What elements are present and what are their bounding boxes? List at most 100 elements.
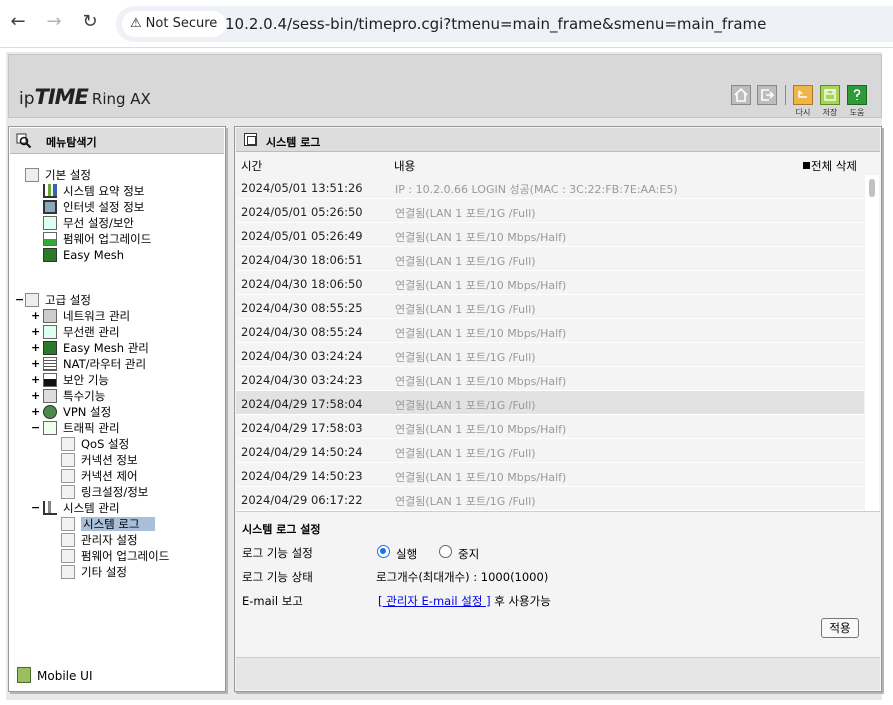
log-time: 2024/04/29 17:58:04 bbox=[241, 397, 363, 411]
radio-stop[interactable] bbox=[439, 545, 452, 558]
wireless-icon bbox=[43, 216, 57, 230]
menu-internet-info[interactable]: 인터넷 설정 정보 bbox=[43, 199, 144, 215]
menu-wireless-management[interactable]: 무선랜 관리 bbox=[43, 324, 120, 340]
log-time: 2024/04/29 14:50:24 bbox=[241, 445, 363, 459]
home-icon[interactable] bbox=[731, 85, 751, 105]
page-icon bbox=[61, 565, 75, 579]
log-row[interactable]: 2024/05/01 13:51:26 IP : 10.2.0.66 LOGIN … bbox=[236, 175, 864, 199]
help-label[interactable]: 도움 bbox=[845, 107, 869, 118]
log-list[interactable]: 2024/05/01 13:51:26 IP : 10.2.0.66 LOGIN … bbox=[236, 175, 864, 511]
menu-firmware-upgrade[interactable]: 펌웨어 업그레이드 bbox=[61, 548, 169, 564]
restart-icon[interactable] bbox=[793, 85, 813, 105]
save-icon[interactable] bbox=[820, 85, 840, 105]
log-row[interactable]: 2024/05/01 05:26:50 연결됨(LAN 1 포트/1G /Full… bbox=[236, 199, 864, 223]
menu-admin-settings[interactable]: 관리자 설정 bbox=[61, 532, 138, 548]
window-icon bbox=[244, 133, 257, 146]
log-row[interactable]: 2024/04/29 17:58:03 연결됨(LAN 1 포트/10 Mbps/… bbox=[236, 415, 864, 439]
expand-icon[interactable]: + bbox=[31, 356, 40, 372]
security-chip[interactable]: ⚠ Not Secure bbox=[122, 11, 227, 37]
menu-qos[interactable]: QoS 설정 bbox=[61, 436, 129, 452]
menu-special-functions[interactable]: 특수기능 bbox=[43, 388, 105, 404]
menu-traffic-management[interactable]: 트래픽 관리 bbox=[43, 420, 120, 436]
reload-icon[interactable]: ↻ bbox=[78, 10, 102, 34]
expand-icon[interactable]: + bbox=[31, 388, 40, 404]
address-bar[interactable]: ⚠ Not Secure 10.2.0.4/sess-bin/timepro.cg… bbox=[116, 6, 893, 42]
log-function-label: 로그 기능 설정 bbox=[242, 546, 313, 560]
browser-toolbar: ← → ↻ ⚠ Not Secure 10.2.0.4/sess-bin/time… bbox=[0, 0, 893, 48]
menu-advanced-settings[interactable]: 고급 설정 bbox=[25, 292, 91, 308]
log-row[interactable]: 2024/04/30 03:24:23 연결됨(LAN 1 포트/10 Mbps/… bbox=[236, 367, 864, 391]
log-row[interactable]: 2024/04/30 18:06:50 연결됨(LAN 1 포트/10 Mbps/… bbox=[236, 271, 864, 295]
log-content: IP : 10.2.0.66 LOGIN 성공(MAC : 3C:22:FB:7… bbox=[395, 183, 678, 196]
delete-all-button[interactable]: 전체 삭제 bbox=[803, 158, 857, 174]
log-content: 연결됨(LAN 1 포트/10 Mbps/Half) bbox=[395, 375, 567, 388]
system-log-panel: 시스템 로그 시간 내용 전체 삭제 2024/05/01 13:51:26 IP… bbox=[234, 126, 882, 692]
log-time: 2024/04/30 08:55:24 bbox=[241, 325, 363, 339]
restart-label[interactable]: 다시 bbox=[791, 107, 815, 118]
menu-connection-control[interactable]: 커넥션 제어 bbox=[61, 468, 138, 484]
menu-basic-settings[interactable]: 기본 설정 bbox=[25, 167, 91, 183]
mobile-ui-link[interactable]: Mobile UI bbox=[17, 667, 93, 683]
log-row[interactable]: 2024/04/29 06:17:22 연결됨(LAN 1 포트/1G /Full… bbox=[236, 487, 864, 511]
expand-icon[interactable]: + bbox=[31, 324, 40, 340]
menu-system-log[interactable]: 시스템 로그 bbox=[61, 516, 155, 532]
radio-run[interactable] bbox=[377, 545, 390, 558]
chart-icon bbox=[43, 184, 57, 198]
back-icon[interactable]: ← bbox=[6, 10, 30, 34]
menu-network-management[interactable]: 네트워크 관리 bbox=[43, 308, 130, 324]
menu-nat-router[interactable]: NAT/라우터 관리 bbox=[43, 356, 146, 372]
collapse-icon[interactable]: − bbox=[31, 420, 40, 436]
log-content: 연결됨(LAN 1 포트/10 Mbps/Half) bbox=[395, 231, 567, 244]
page-icon bbox=[61, 485, 75, 499]
log-status-label: 로그 기능 상태 bbox=[242, 570, 313, 584]
expand-icon[interactable]: + bbox=[31, 308, 40, 324]
log-row[interactable]: 2024/04/30 08:55:25 연결됨(LAN 1 포트/1G /Full… bbox=[236, 295, 864, 319]
radio-run-label[interactable]: 실행 bbox=[396, 546, 417, 562]
page-icon bbox=[61, 469, 75, 483]
save-label[interactable]: 저장 bbox=[818, 107, 842, 118]
logo-time: TIME bbox=[34, 85, 89, 109]
collapse-icon[interactable]: − bbox=[15, 292, 24, 308]
log-row[interactable]: 2024/04/29 14:50:24 연결됨(LAN 1 포트/1G /Full… bbox=[236, 439, 864, 463]
apply-button[interactable]: 적용 bbox=[821, 618, 859, 638]
lock-icon bbox=[43, 373, 57, 387]
log-row[interactable]: 2024/04/30 08:55:24 연결됨(LAN 1 포트/10 Mbps/… bbox=[236, 319, 864, 343]
scrollbar-track[interactable] bbox=[865, 175, 879, 511]
folder-open-icon bbox=[25, 293, 39, 307]
menu-vpn[interactable]: VPN 설정 bbox=[43, 404, 111, 420]
log-row[interactable]: 2024/04/30 18:06:51 연결됨(LAN 1 포트/1G /Full… bbox=[236, 247, 864, 271]
menu-security[interactable]: 보안 기능 bbox=[43, 372, 109, 388]
security-label: Not Secure bbox=[145, 16, 218, 31]
log-time: 2024/04/30 18:06:50 bbox=[241, 277, 363, 291]
log-row[interactable]: 2024/04/29 14:50:23 연결됨(LAN 1 포트/10 Mbps/… bbox=[236, 463, 864, 487]
admin-email-link[interactable]: [ 관리자 E-mail 설정 ] bbox=[378, 594, 491, 608]
menu-wireless-security[interactable]: 무선 설정/보안 bbox=[43, 215, 134, 231]
menu-system-summary[interactable]: 시스템 요약 정보 bbox=[43, 183, 144, 199]
menu-easy-mesh-management[interactable]: Easy Mesh 관리 bbox=[43, 340, 149, 356]
collapse-icon[interactable]: − bbox=[31, 500, 40, 516]
log-row[interactable]: 2024/04/29 17:58:04 연결됨(LAN 1 포트/1G /Full… bbox=[236, 391, 864, 415]
menu-basic-label: 기본 설정 bbox=[45, 168, 91, 182]
expand-icon[interactable]: + bbox=[31, 340, 40, 356]
scrollbar-thumb[interactable] bbox=[869, 179, 875, 197]
vpn-icon bbox=[43, 405, 57, 419]
mobile-icon bbox=[17, 667, 31, 683]
url-text[interactable]: 10.2.0.4/sess-bin/timepro.cgi?tmenu=main… bbox=[225, 6, 766, 42]
log-row[interactable]: 2024/05/01 05:26:49 연결됨(LAN 1 포트/10 Mbps/… bbox=[236, 223, 864, 247]
log-settings-title: 시스템 로그 설정 bbox=[242, 523, 321, 536]
log-row[interactable]: 2024/04/30 03:24:24 연결됨(LAN 1 포트/1G /Full… bbox=[236, 343, 864, 367]
radio-stop-label[interactable]: 중지 bbox=[458, 546, 479, 562]
expand-icon[interactable]: + bbox=[31, 404, 40, 420]
log-content: 연결됨(LAN 1 포트/1G /Full) bbox=[395, 303, 536, 316]
log-time: 2024/04/29 06:17:22 bbox=[241, 493, 363, 507]
menu-easy-mesh-basic[interactable]: Easy Mesh bbox=[43, 247, 124, 263]
menu-system-management[interactable]: 시스템 관리 bbox=[43, 500, 120, 516]
menu-link-settings[interactable]: 링크설정/정보 bbox=[61, 484, 148, 500]
logout-icon[interactable] bbox=[757, 85, 777, 105]
menu-other-settings[interactable]: 기타 설정 bbox=[61, 564, 127, 580]
menu-firmware-upgrade-basic[interactable]: 펌웨어 업그레이드 bbox=[43, 231, 151, 247]
menu-connection-info[interactable]: 커넥션 정보 bbox=[61, 452, 138, 468]
help-icon[interactable] bbox=[847, 85, 867, 105]
forward-icon[interactable]: → bbox=[42, 10, 66, 34]
expand-icon[interactable]: + bbox=[31, 372, 40, 388]
